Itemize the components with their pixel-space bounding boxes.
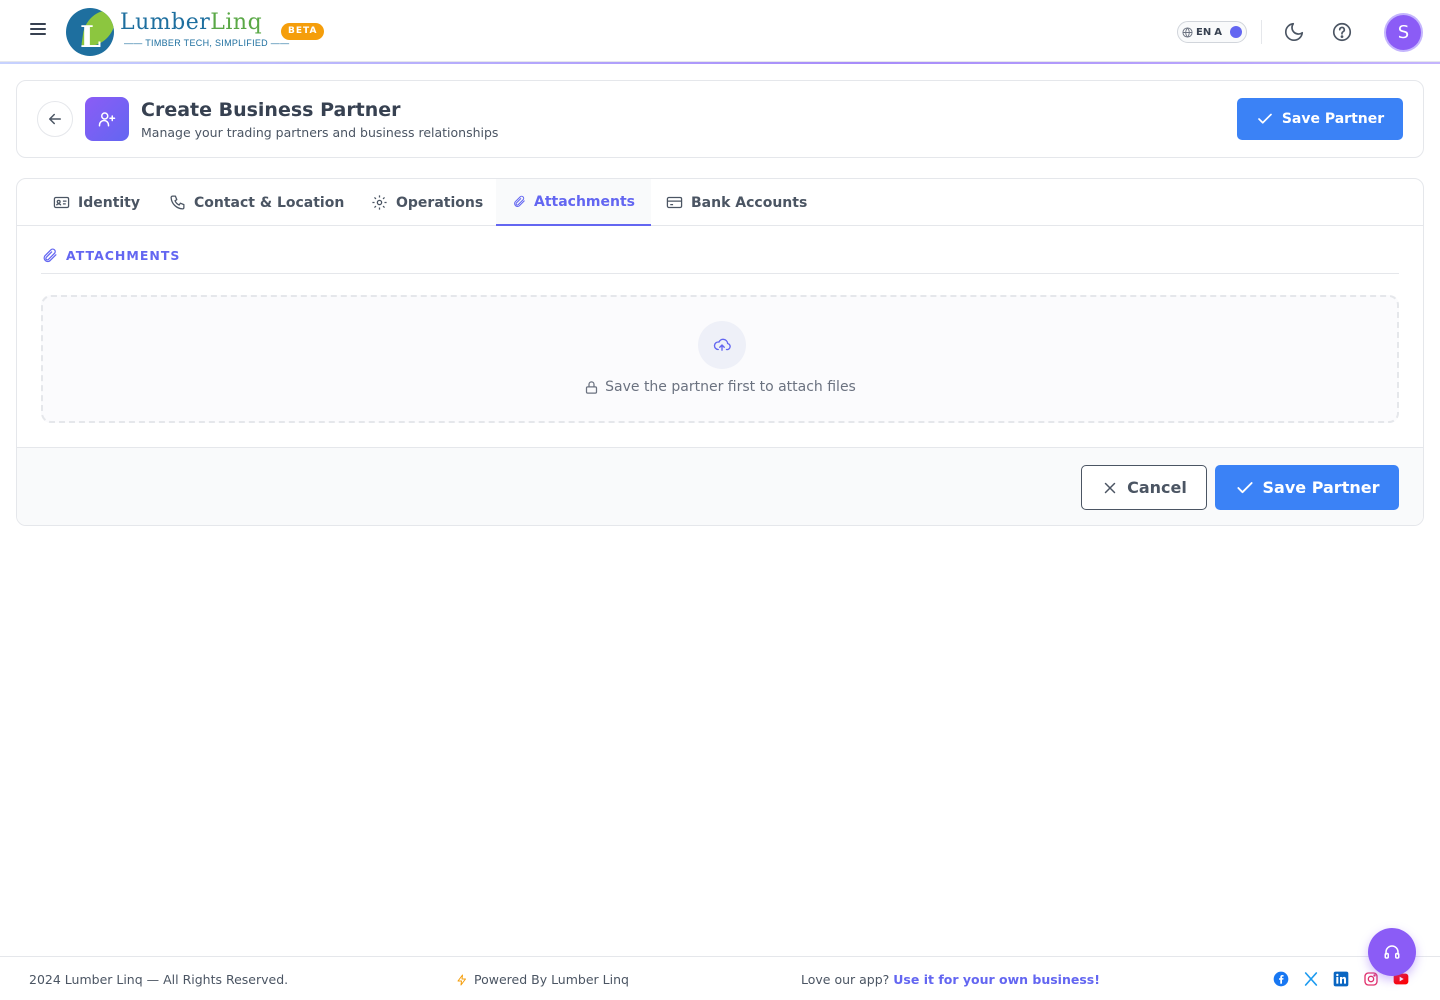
copyright-text: 2024 Lumber Linq — All Rights Reserved. — [29, 972, 289, 987]
form-actions: Cancel Save Partner — [17, 447, 1423, 525]
powered-by: Powered By Lumber Linq — [456, 972, 629, 987]
lightning-icon — [457, 974, 466, 985]
gear-icon — [372, 195, 387, 210]
close-icon — [1104, 482, 1116, 493]
headset-icon — [1384, 945, 1400, 959]
tab-attachments[interactable]: Attachments — [496, 179, 651, 226]
file-dropzone: Save the partner first to attach files — [41, 295, 1399, 423]
user-plus-icon — [85, 97, 129, 141]
dropzone-message: Save the partner first to attach files — [43, 379, 1397, 395]
linkedin-icon[interactable] — [1333, 971, 1349, 987]
page-footer: 2024 Lumber Linq — All Rights Reserved. … — [0, 956, 1440, 1000]
page-title: Create Business Partner — [141, 99, 401, 121]
user-avatar[interactable]: S — [1386, 15, 1421, 50]
brand-tagline: —— TIMBER TECH, SIMPLIFIED —— — [124, 38, 290, 48]
section-divider — [41, 273, 1399, 274]
upload-cloud-icon — [698, 321, 746, 369]
globe-icon — [1182, 26, 1193, 38]
paperclip-icon — [43, 248, 57, 263]
id-card-icon — [53, 196, 70, 209]
save-partner-button[interactable]: Save Partner — [1237, 98, 1403, 140]
help-icon[interactable] — [1331, 21, 1353, 43]
instagram-icon[interactable] — [1363, 971, 1379, 987]
tab-bar: Identity Contact & Location Operations A… — [17, 179, 1423, 226]
attachments-section-header: ATTACHMENTS — [41, 247, 180, 264]
paperclip-icon — [514, 195, 525, 207]
brand-logo[interactable]: L LumberLinq —— TIMBER TECH, SIMPLIFIED … — [66, 6, 289, 58]
save-partner-label: Save Partner — [1281, 111, 1385, 127]
tab-operations[interactable]: Operations — [355, 179, 499, 226]
promo: Love our app? Use it for your own busine… — [801, 972, 1100, 987]
tab-contact-location[interactable]: Contact & Location — [153, 179, 360, 226]
x-icon[interactable] — [1303, 971, 1319, 987]
top-navbar: L LumberLinq —— TIMBER TECH, SIMPLIFIED … — [0, 0, 1440, 62]
phone-icon — [170, 195, 185, 210]
promo-link[interactable]: Use it for your own business! — [893, 972, 1100, 987]
tab-identity[interactable]: Identity — [37, 179, 156, 226]
moon-icon[interactable] — [1283, 21, 1305, 43]
lock-icon — [586, 380, 598, 394]
toggle-knob — [1230, 26, 1242, 38]
language-toggle[interactable]: EN A — [1177, 21, 1247, 43]
arrow-left-icon — [49, 113, 61, 125]
support-headset-button[interactable] — [1368, 928, 1416, 976]
facebook-icon[interactable] — [1273, 971, 1289, 987]
credit-card-icon — [666, 196, 683, 209]
brand-name: LumberLinq — [120, 10, 263, 35]
language-alt: A — [1214, 26, 1222, 38]
beta-badge: BETA — [281, 23, 325, 40]
check-icon — [1236, 481, 1253, 493]
check-icon — [1258, 113, 1272, 124]
section-title: ATTACHMENTS — [66, 248, 181, 263]
logo-mark: L — [66, 8, 114, 56]
save-partner-button-bottom[interactable]: Save Partner — [1215, 465, 1399, 510]
back-button[interactable] — [37, 101, 73, 137]
language-code: EN — [1196, 26, 1212, 38]
topbar-accent-line — [0, 62, 1440, 64]
cancel-button[interactable]: Cancel — [1081, 465, 1207, 510]
partner-form: Identity Contact & Location Operations A… — [16, 178, 1424, 526]
tab-bank-accounts[interactable]: Bank Accounts — [650, 179, 823, 226]
page-subtitle: Manage your trading partners and busines… — [141, 125, 499, 140]
divider — [1261, 20, 1262, 44]
menu-icon[interactable] — [26, 20, 50, 44]
page-header: Create Business Partner Manage your trad… — [16, 80, 1424, 158]
